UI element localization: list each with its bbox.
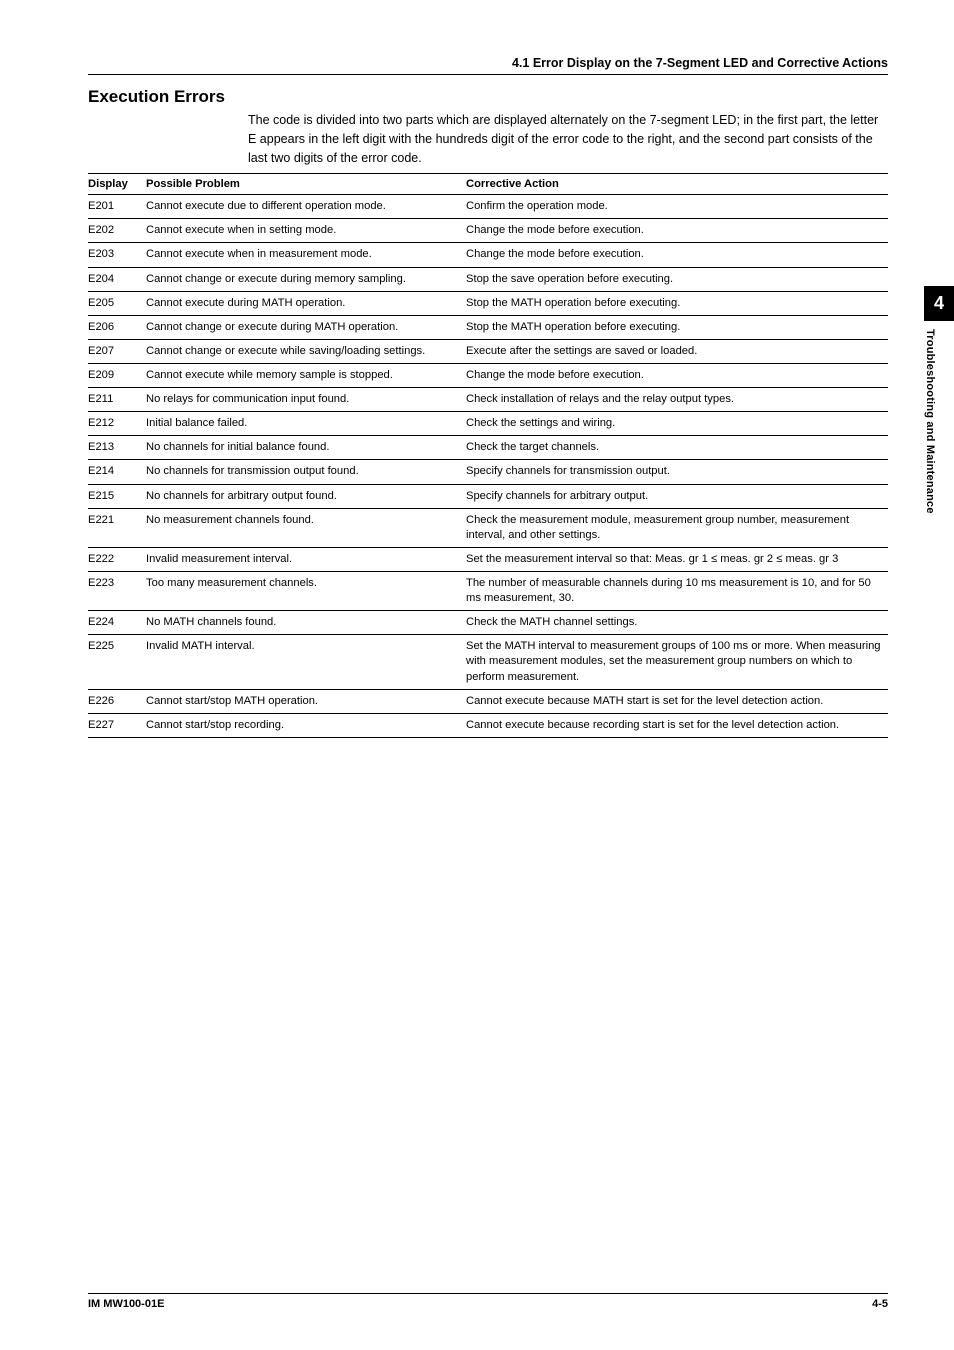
cell-display: E211 bbox=[88, 388, 146, 412]
cell-problem: Cannot execute during MATH operation. bbox=[146, 291, 466, 315]
page-footer: IM MW100-01E 4-5 bbox=[88, 1293, 888, 1310]
cell-action: Confirm the operation mode. bbox=[466, 195, 888, 219]
cell-action: The number of measurable channels during… bbox=[466, 572, 888, 611]
cell-problem: Cannot execute when in setting mode. bbox=[146, 219, 466, 243]
cell-problem: Invalid measurement interval. bbox=[146, 547, 466, 571]
side-tab-text: Troubleshooting and Maintenance bbox=[924, 321, 943, 514]
cell-action: Cannot execute because recording start i… bbox=[466, 713, 888, 737]
cell-display: E222 bbox=[88, 547, 146, 571]
cell-display: E215 bbox=[88, 484, 146, 508]
cell-action: Set the measurement interval so that: Me… bbox=[466, 547, 888, 571]
cell-problem: No channels for initial balance found. bbox=[146, 436, 466, 460]
cell-action: Set the MATH interval to measurement gro… bbox=[466, 635, 888, 689]
cell-problem: Initial balance failed. bbox=[146, 412, 466, 436]
cell-action: Stop the MATH operation before executing… bbox=[466, 291, 888, 315]
cell-display: E226 bbox=[88, 689, 146, 713]
cell-display: E212 bbox=[88, 412, 146, 436]
cell-action: Cannot execute because MATH start is set… bbox=[466, 689, 888, 713]
cell-action: Check installation of relays and the rel… bbox=[466, 388, 888, 412]
section-title: Execution Errors bbox=[88, 87, 888, 107]
table-row: E227Cannot start/stop recording.Cannot e… bbox=[88, 713, 888, 737]
cell-problem: No MATH channels found. bbox=[146, 611, 466, 635]
error-table: Display Possible Problem Corrective Acti… bbox=[88, 173, 888, 738]
cell-problem: Cannot change or execute during memory s… bbox=[146, 267, 466, 291]
cell-problem: Cannot execute due to different operatio… bbox=[146, 195, 466, 219]
cell-action: Execute after the settings are saved or … bbox=[466, 339, 888, 363]
cell-action: Change the mode before execution. bbox=[466, 219, 888, 243]
footer-right: 4-5 bbox=[872, 1298, 888, 1310]
table-row: E201Cannot execute due to different oper… bbox=[88, 195, 888, 219]
cell-action: Check the MATH channel settings. bbox=[466, 611, 888, 635]
table-row: E204Cannot change or execute during memo… bbox=[88, 267, 888, 291]
cell-problem: No channels for transmission output foun… bbox=[146, 460, 466, 484]
section-intro: The code is divided into two parts which… bbox=[248, 111, 888, 167]
cell-action: Specify channels for transmission output… bbox=[466, 460, 888, 484]
cell-problem: Cannot change or execute during MATH ope… bbox=[146, 315, 466, 339]
side-tab: 4 Troubleshooting and Maintenance bbox=[924, 286, 954, 514]
table-row: E202Cannot execute when in setting mode.… bbox=[88, 219, 888, 243]
cell-action: Change the mode before execution. bbox=[466, 243, 888, 267]
table-row: E213No channels for initial balance foun… bbox=[88, 436, 888, 460]
cell-display: E205 bbox=[88, 291, 146, 315]
cell-problem: Cannot execute when in measurement mode. bbox=[146, 243, 466, 267]
cell-display: E207 bbox=[88, 339, 146, 363]
cell-problem: Cannot start/stop recording. bbox=[146, 713, 466, 737]
cell-action: Check the settings and wiring. bbox=[466, 412, 888, 436]
cell-display: E214 bbox=[88, 460, 146, 484]
table-row: E225Invalid MATH interval.Set the MATH i… bbox=[88, 635, 888, 689]
cell-action: Check the measurement module, measuremen… bbox=[466, 508, 888, 547]
cell-problem: Cannot start/stop MATH operation. bbox=[146, 689, 466, 713]
cell-display: E204 bbox=[88, 267, 146, 291]
cell-display: E202 bbox=[88, 219, 146, 243]
table-row: E206Cannot change or execute during MATH… bbox=[88, 315, 888, 339]
table-row: E222Invalid measurement interval.Set the… bbox=[88, 547, 888, 571]
table-row: E209Cannot execute while memory sample i… bbox=[88, 364, 888, 388]
cell-display: E203 bbox=[88, 243, 146, 267]
table-row: E212Initial balance failed.Check the set… bbox=[88, 412, 888, 436]
cell-action: Stop the save operation before executing… bbox=[466, 267, 888, 291]
table-row: E224No MATH channels found.Check the MAT… bbox=[88, 611, 888, 635]
cell-problem: No measurement channels found. bbox=[146, 508, 466, 547]
cell-problem: Cannot execute while memory sample is st… bbox=[146, 364, 466, 388]
table-row: E226Cannot start/stop MATH operation.Can… bbox=[88, 689, 888, 713]
section-header: 4.1 Error Display on the 7-Segment LED a… bbox=[88, 56, 888, 75]
cell-action: Stop the MATH operation before executing… bbox=[466, 315, 888, 339]
side-tab-number: 4 bbox=[924, 286, 954, 321]
cell-problem: No relays for communication input found. bbox=[146, 388, 466, 412]
th-action: Corrective Action bbox=[466, 174, 888, 195]
th-display: Display bbox=[88, 174, 146, 195]
table-row: E211No relays for communication input fo… bbox=[88, 388, 888, 412]
footer-left: IM MW100-01E bbox=[88, 1298, 164, 1310]
table-row: E205Cannot execute during MATH operation… bbox=[88, 291, 888, 315]
cell-problem: Invalid MATH interval. bbox=[146, 635, 466, 689]
cell-action: Specify channels for arbitrary output. bbox=[466, 484, 888, 508]
table-row: E215No channels for arbitrary output fou… bbox=[88, 484, 888, 508]
table-row: E223Too many measurement channels.The nu… bbox=[88, 572, 888, 611]
cell-display: E213 bbox=[88, 436, 146, 460]
table-row: E214No channels for transmission output … bbox=[88, 460, 888, 484]
cell-display: E225 bbox=[88, 635, 146, 689]
cell-display: E206 bbox=[88, 315, 146, 339]
table-row: E207Cannot change or execute while savin… bbox=[88, 339, 888, 363]
cell-display: E224 bbox=[88, 611, 146, 635]
cell-problem: No channels for arbitrary output found. bbox=[146, 484, 466, 508]
cell-problem: Too many measurement channels. bbox=[146, 572, 466, 611]
table-row: E221No measurement channels found.Check … bbox=[88, 508, 888, 547]
cell-display: E223 bbox=[88, 572, 146, 611]
cell-problem: Cannot change or execute while saving/lo… bbox=[146, 339, 466, 363]
cell-display: E201 bbox=[88, 195, 146, 219]
table-row: E203Cannot execute when in measurement m… bbox=[88, 243, 888, 267]
cell-display: E227 bbox=[88, 713, 146, 737]
cell-display: E209 bbox=[88, 364, 146, 388]
cell-action: Change the mode before execution. bbox=[466, 364, 888, 388]
cell-action: Check the target channels. bbox=[466, 436, 888, 460]
cell-display: E221 bbox=[88, 508, 146, 547]
th-problem: Possible Problem bbox=[146, 174, 466, 195]
